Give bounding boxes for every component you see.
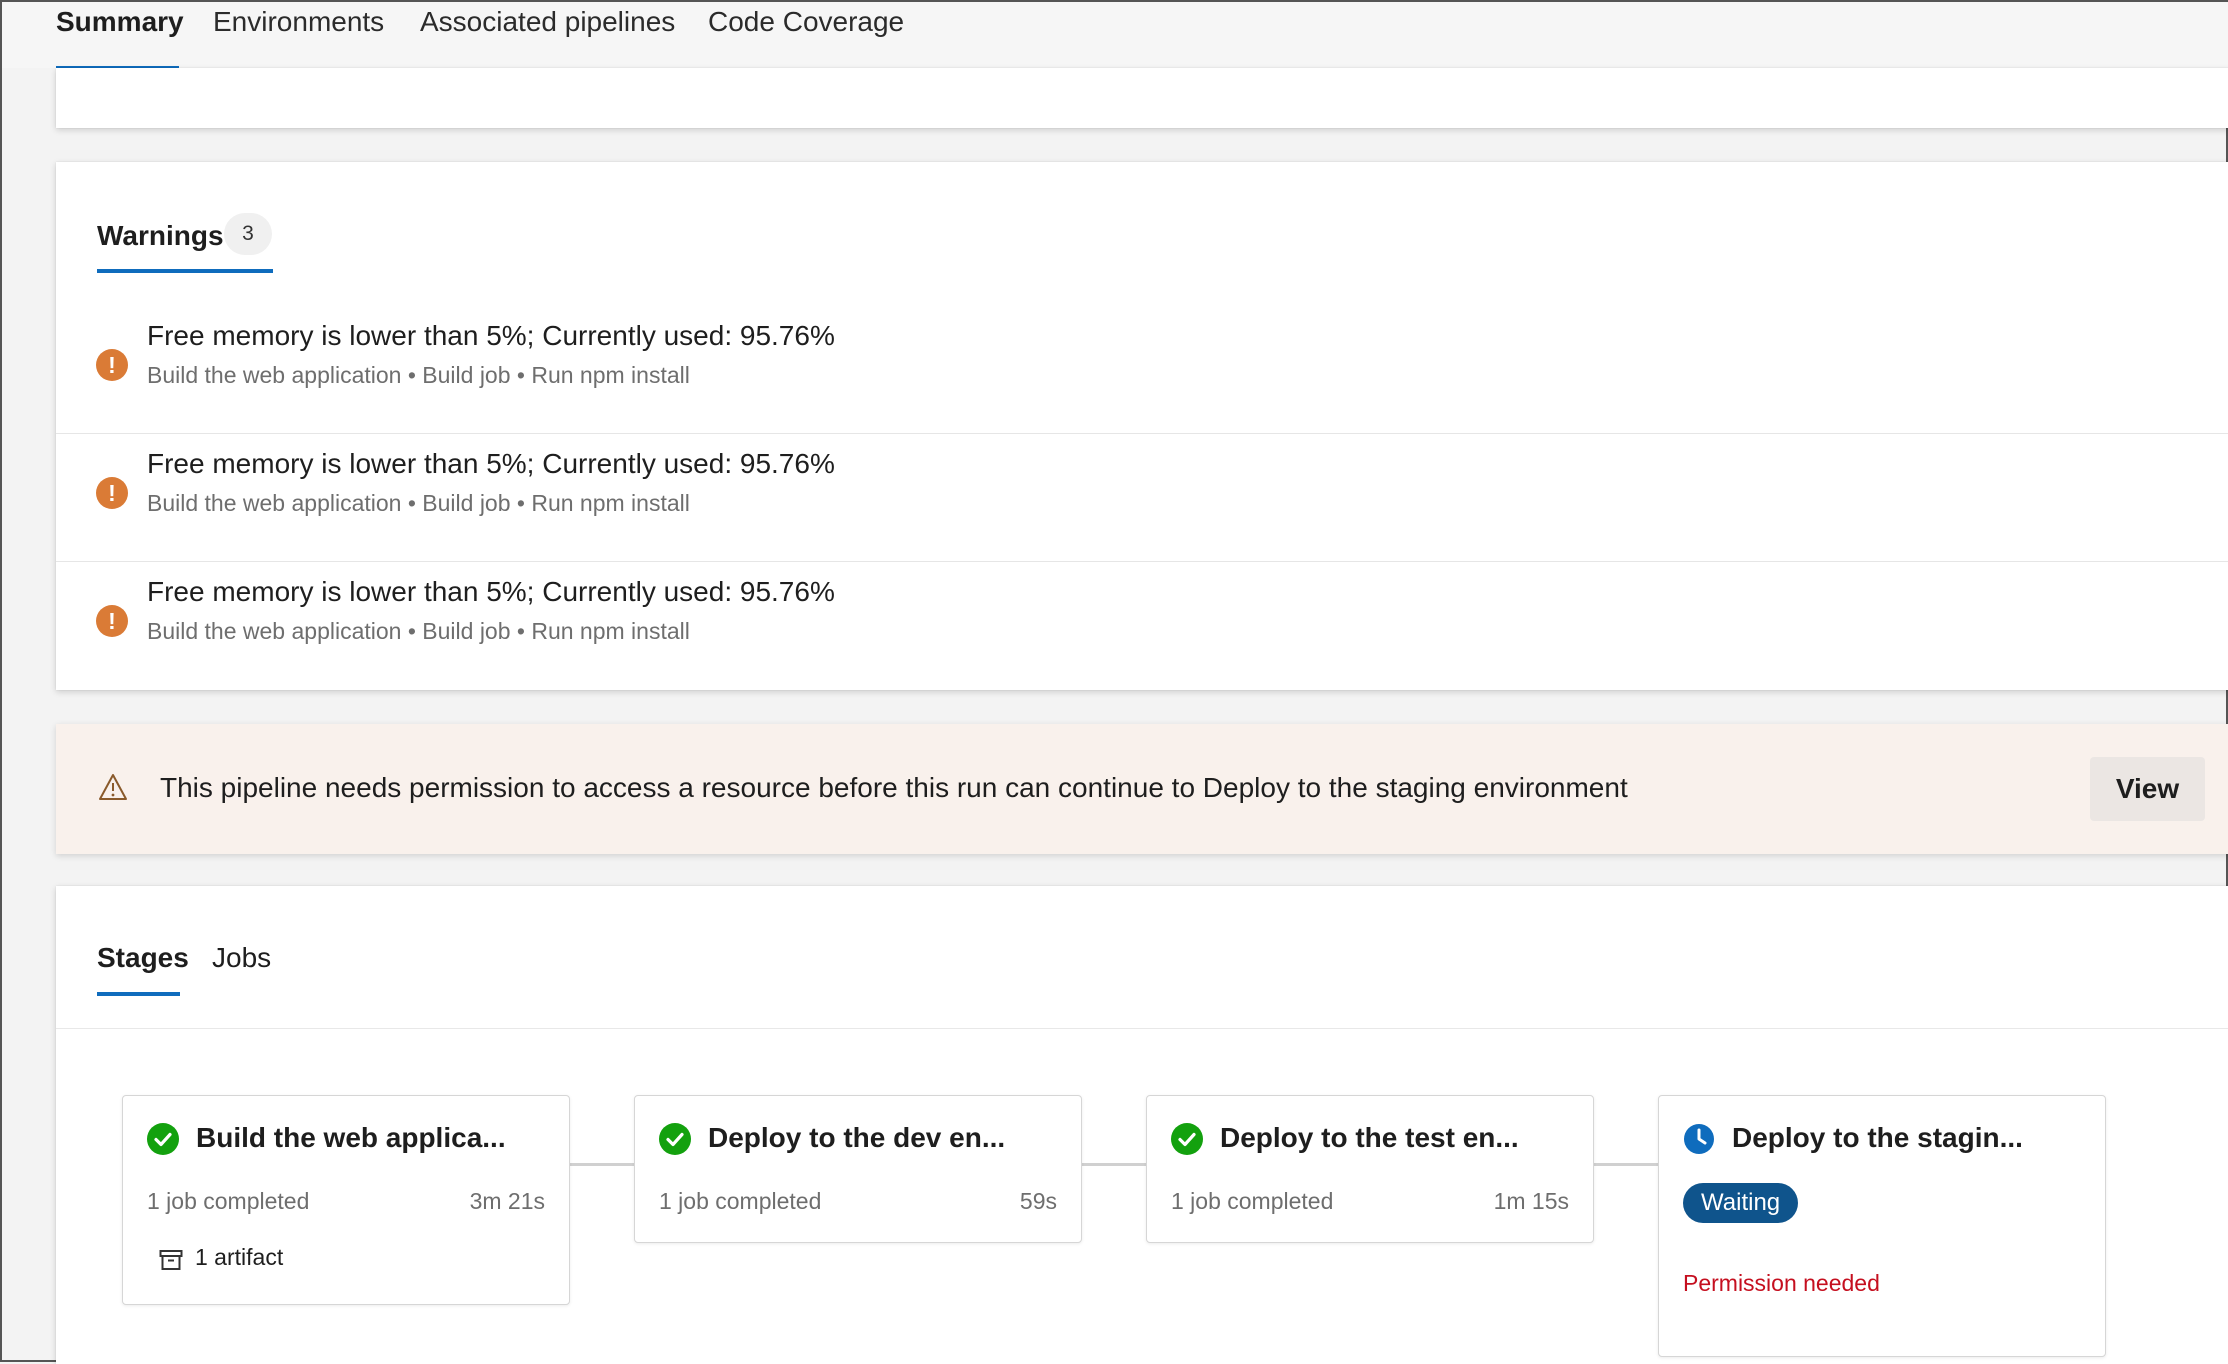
permission-message: This pipeline needs permission to access… — [160, 772, 1628, 803]
warning-message: Free memory is lower than 5%; Currently … — [147, 576, 835, 607]
artifact-link[interactable]: 1 artifact — [195, 1244, 283, 1271]
stage-card-staging[interactable]: Deploy to the stagin... Waiting Permissi… — [1658, 1095, 2106, 1357]
stage-connector — [1080, 1163, 1146, 1166]
stage-title: Build the web applica... — [196, 1122, 506, 1153]
tab-code-coverage[interactable]: Code Coverage — [708, 6, 904, 38]
stage-title: Deploy to the stagin... — [1732, 1122, 2023, 1153]
warning-circle-icon: ! — [96, 349, 128, 381]
stage-card-test[interactable]: Deploy to the test en... 1 job completed… — [1146, 1095, 1594, 1243]
section-divider — [56, 1028, 2228, 1029]
artifact-box-icon — [159, 1250, 183, 1270]
stage-duration: 59s — [1019, 1188, 1057, 1214]
tab-environments[interactable]: Environments — [213, 6, 384, 38]
tab-stages[interactable]: Stages — [97, 942, 189, 974]
check-circle-icon — [1171, 1123, 1203, 1155]
stage-title: Deploy to the test en... — [1220, 1122, 1519, 1153]
summary-card-partial — [56, 68, 2228, 128]
warning-circle-icon: ! — [96, 477, 128, 509]
warning-triangle-icon — [99, 774, 127, 800]
tab-associated-pipelines[interactable]: Associated pipelines — [420, 6, 675, 38]
tab-summary[interactable]: Summary — [56, 6, 184, 38]
warning-circle-icon: ! — [96, 605, 128, 637]
stage-title: Deploy to the dev en... — [708, 1122, 1006, 1153]
stage-job-status: 1 job completed — [659, 1188, 822, 1214]
waiting-status-badge: Waiting — [1683, 1183, 1799, 1223]
warning-row[interactable]: ! Free memory is lower than 5%; Currentl… — [56, 562, 2228, 690]
stage-card-build[interactable]: Build the web applica... 1 job completed… — [122, 1095, 570, 1305]
warning-message: Free memory is lower than 5%; Currently … — [147, 448, 835, 479]
warning-source-path: Build the web application • Build job • … — [147, 618, 690, 644]
stage-job-status: 1 job completed — [1171, 1188, 1334, 1214]
check-circle-icon — [659, 1123, 691, 1155]
stage-card-dev[interactable]: Deploy to the dev en... 1 job completed … — [634, 1095, 1082, 1243]
cut-off-content — [1016, 68, 1316, 76]
stage-job-status: 1 job completed — [147, 1188, 310, 1214]
check-circle-icon — [147, 1123, 179, 1155]
clock-icon — [1684, 1124, 1714, 1154]
stage-connector — [568, 1163, 634, 1166]
stages-tab-indicator — [97, 992, 180, 996]
view-button[interactable]: View — [2090, 757, 2205, 821]
warning-source-path: Build the web application • Build job • … — [147, 490, 690, 516]
warning-row[interactable]: ! Free memory is lower than 5%; Currentl… — [56, 306, 2228, 434]
warnings-count-badge: 3 — [224, 213, 272, 255]
permission-banner: This pipeline needs permission to access… — [56, 724, 2228, 854]
warnings-tab-indicator — [97, 269, 273, 273]
stage-duration: 3m 21s — [469, 1188, 545, 1214]
tab-jobs[interactable]: Jobs — [212, 942, 271, 974]
warning-source-path: Build the web application • Build job • … — [147, 362, 690, 388]
permission-needed-text[interactable]: Permission needed — [1683, 1270, 1880, 1297]
warnings-tab[interactable]: Warnings — [97, 220, 224, 252]
stage-connector — [1592, 1163, 1658, 1166]
stage-duration: 1m 15s — [1493, 1188, 1569, 1214]
warning-message: Free memory is lower than 5%; Currently … — [147, 320, 835, 351]
warning-row[interactable]: ! Free memory is lower than 5%; Currentl… — [56, 434, 2228, 562]
top-tab-bar: Summary Environments Associated pipeline… — [2, 2, 2228, 70]
